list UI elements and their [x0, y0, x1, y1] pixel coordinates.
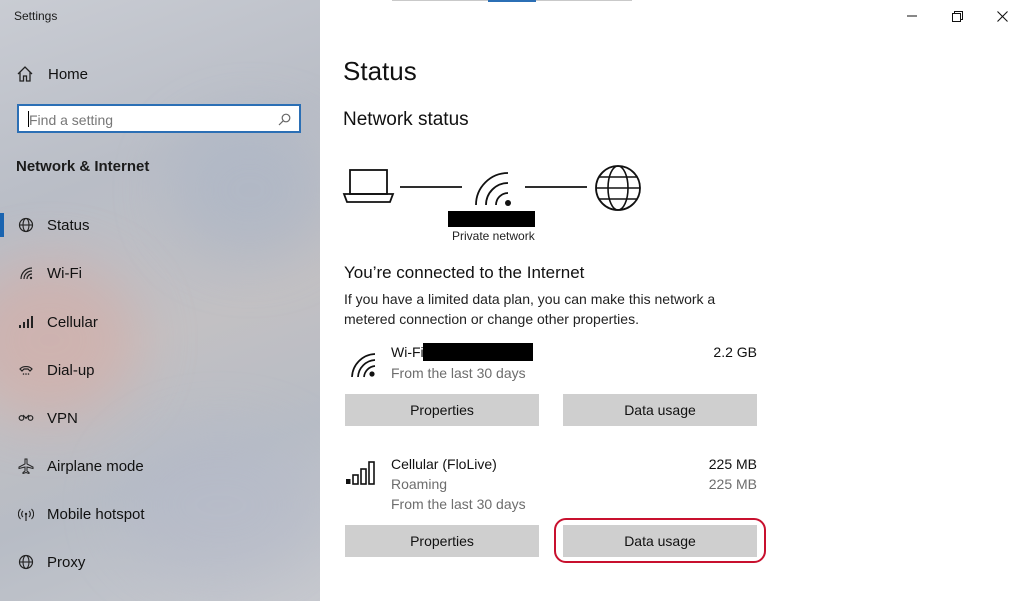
- minimize-button[interactable]: [902, 8, 922, 24]
- sidebar-item-label: Proxy: [47, 553, 86, 571]
- sidebar-item-mobile-hotspot[interactable]: Mobile hotspot: [0, 499, 320, 529]
- redacted-ssid: [423, 343, 533, 361]
- close-icon: [996, 10, 1008, 22]
- window-title: Settings: [14, 9, 58, 23]
- globe-icon: [16, 552, 36, 572]
- airplane-icon: [16, 456, 36, 476]
- wifi-data-amount: 2.2 GB: [713, 344, 757, 360]
- sidebar-item-label: Airplane mode: [47, 457, 144, 475]
- restore-icon: [951, 10, 963, 22]
- divider: [392, 0, 488, 1]
- connection-status-heading: You’re connected to the Internet: [344, 263, 585, 282]
- globe-icon: [595, 165, 641, 211]
- section-title: Network & Internet: [16, 158, 150, 175]
- sidebar-item-label: Status: [47, 216, 90, 234]
- cellular-signal-icon: [346, 461, 375, 485]
- router-signal-icon: [475, 172, 511, 206]
- page-title: Status: [343, 56, 417, 86]
- search-input[interactable]: Find a setting: [29, 112, 113, 128]
- divider: [488, 0, 536, 2]
- minimize-icon: [907, 15, 917, 17]
- home-label: Home: [48, 65, 89, 83]
- network-type-label: Private network: [452, 229, 535, 243]
- sidebar-item-label: Cellular: [47, 313, 98, 331]
- sidebar-item-cellular[interactable]: Cellular: [0, 307, 320, 337]
- connection-description: If you have a limited data plan, you can…: [344, 291, 716, 327]
- vpn-icon: [16, 408, 36, 428]
- hotspot-icon: [16, 504, 36, 524]
- close-button[interactable]: [992, 8, 1012, 24]
- wifi-data-usage-button[interactable]: Data usage: [563, 394, 757, 426]
- sidebar-item-label: Dial-up: [47, 361, 95, 379]
- sidebar-item-vpn[interactable]: VPN: [0, 403, 320, 433]
- cellular-roaming-label: Roaming: [391, 476, 448, 492]
- sidebar-item-label: Mobile hotspot: [47, 505, 145, 523]
- wifi-icon: [16, 263, 36, 283]
- sidebar: Settings Home Find a setting Network & I…: [0, 0, 320, 601]
- dialup-icon: [16, 360, 36, 380]
- restore-button[interactable]: [947, 8, 967, 24]
- cellular-connection-name: Cellular (FloLive): [391, 456, 497, 472]
- network-status-heading: Network status: [343, 109, 469, 130]
- home-link[interactable]: Home: [16, 63, 88, 85]
- sidebar-item-dialup[interactable]: Dial-up: [0, 355, 320, 385]
- cellular-roaming-amount: 225 MB: [708, 476, 757, 492]
- wifi-connection-name: Wi-Fi: [391, 344, 424, 360]
- wifi-icon: [351, 353, 376, 378]
- search-box[interactable]: Find a setting: [17, 104, 301, 133]
- cellular-icon: [16, 312, 36, 332]
- sidebar-item-airplane-mode[interactable]: Airplane mode: [0, 451, 320, 481]
- cellular-period-label: From the last 30 days: [391, 496, 526, 512]
- wifi-period-label: From the last 30 days: [391, 365, 526, 381]
- highlight-annotation: [554, 518, 766, 563]
- sidebar-item-proxy[interactable]: Proxy: [0, 547, 320, 577]
- sidebar-item-status[interactable]: Status: [0, 210, 320, 240]
- sidebar-item-wifi[interactable]: Wi-Fi: [0, 258, 320, 288]
- wifi-properties-button[interactable]: Properties: [345, 394, 539, 426]
- sidebar-item-label: Wi-Fi: [47, 264, 82, 282]
- search-icon[interactable]: [278, 113, 291, 126]
- globe-icon: [16, 215, 36, 235]
- cellular-data-amount: 225 MB: [708, 456, 757, 472]
- cellular-properties-button[interactable]: Properties: [345, 525, 539, 557]
- divider: [536, 0, 632, 1]
- laptop-icon: [342, 169, 395, 203]
- redacted-network-name: [448, 211, 535, 227]
- sidebar-item-label: VPN: [47, 409, 78, 427]
- home-icon: [17, 66, 33, 82]
